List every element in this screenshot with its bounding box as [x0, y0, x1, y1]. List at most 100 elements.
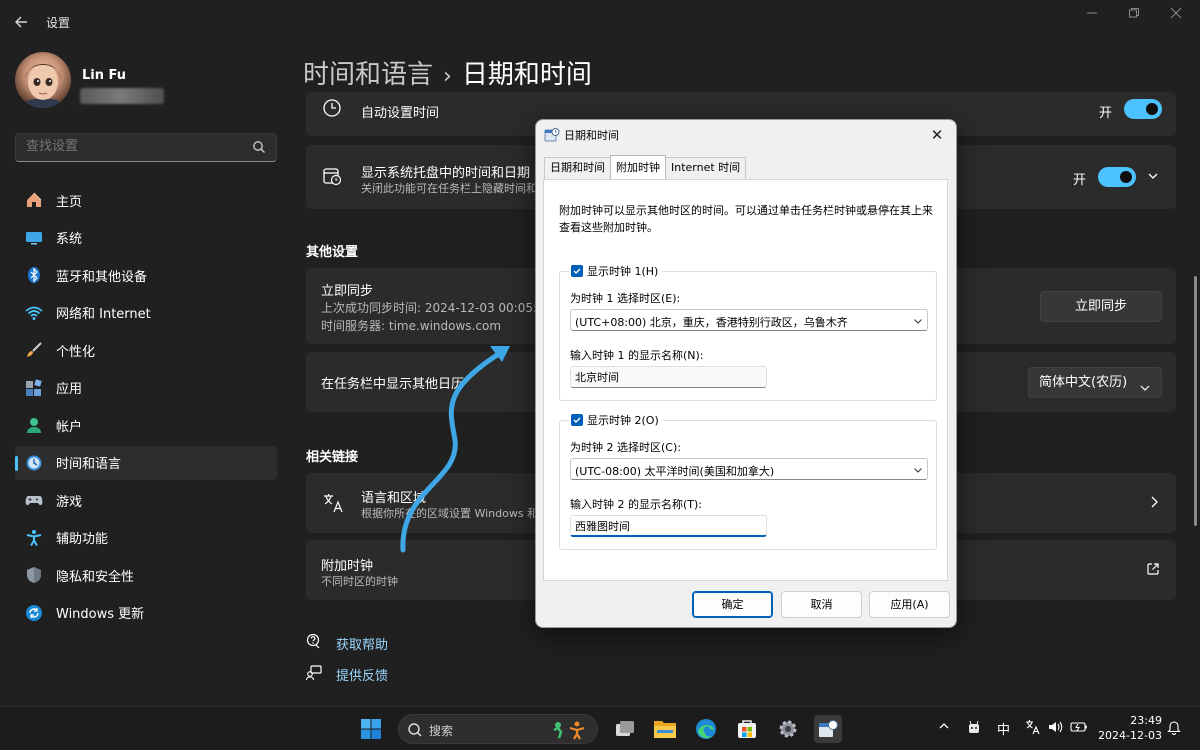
- auto-time-state: 开: [1099, 106, 1113, 121]
- additional-clocks-subtitle: 不同时区的时钟: [321, 575, 398, 588]
- search-input[interactable]: [26, 139, 226, 154]
- tray-time-state: 开: [1073, 173, 1087, 188]
- store-icon[interactable]: [733, 715, 761, 743]
- chevron-down-icon: [913, 464, 923, 474]
- app-tray-icon[interactable]: [966, 719, 982, 739]
- file-explorer-icon[interactable]: [651, 715, 679, 743]
- sidebar-item-windows-update[interactable]: Windows 更新: [15, 596, 277, 630]
- close-icon[interactable]: [1156, 6, 1196, 26]
- dialog-close-icon[interactable]: ✕: [926, 124, 948, 146]
- clock2-checkbox[interactable]: [571, 414, 583, 426]
- gaming-icon: [24, 490, 44, 510]
- clock1-checkbox-row[interactable]: 显示时钟 1(H): [569, 263, 663, 279]
- clock2-checkbox-label: 显示时钟 2(O): [587, 414, 659, 427]
- sidebar-item-bluetooth[interactable]: 蓝牙和其他设备: [15, 258, 277, 292]
- settings-gear-icon[interactable]: [774, 715, 802, 743]
- sidebar-item-label: 隐私和安全性: [56, 569, 135, 585]
- sidebar-item-label: 应用: [56, 382, 83, 397]
- volume-icon[interactable]: [1047, 719, 1063, 739]
- sidebar-item-personalization[interactable]: 个性化: [15, 333, 277, 367]
- brush-icon: [24, 340, 44, 360]
- sidebar-item-label: 系统: [56, 232, 83, 247]
- sync-now-button[interactable]: 立即同步: [1040, 291, 1162, 322]
- accessibility-icon: [24, 528, 44, 548]
- last-sync-text: 上次成功同步时间: 2024-12-03 00:05:: [321, 301, 538, 315]
- chevron-down-icon[interactable]: [1146, 169, 1160, 187]
- sidebar-item-label: 时间和语言: [56, 457, 122, 472]
- sidebar-item-home[interactable]: 主页: [15, 183, 277, 217]
- clock2-name-input[interactable]: [570, 515, 767, 537]
- apps-icon: [24, 378, 44, 398]
- taskbar-search-text: 搜索: [429, 724, 454, 738]
- clock-date: 2024-12-03: [1098, 729, 1162, 742]
- clock1-checkbox[interactable]: [571, 265, 583, 277]
- sidebar-item-label: 帐户: [56, 419, 83, 435]
- system-icon: [24, 228, 44, 248]
- sidebar-item-accounts[interactable]: 帐户: [15, 408, 277, 442]
- feedback-link[interactable]: 提供反馈: [305, 664, 388, 684]
- notification-bell-icon[interactable]: [1166, 719, 1182, 739]
- breadcrumb: 时间和语言 › 日期和时间: [303, 54, 592, 91]
- scrollbar[interactable]: [1194, 276, 1197, 526]
- task-view-icon[interactable]: [611, 715, 639, 743]
- clock2-timezone-select[interactable]: (UTC-08:00) 太平洋时间(美国和加拿大): [570, 458, 928, 480]
- tab-date-time[interactable]: 日期和时间: [544, 157, 611, 179]
- account-icon: [24, 415, 44, 435]
- clock2-checkbox-row[interactable]: 显示时钟 2(O): [569, 412, 663, 428]
- tab-additional-clocks[interactable]: 附加时钟: [610, 155, 666, 179]
- ok-button[interactable]: 确定: [692, 591, 773, 618]
- minimize-icon[interactable]: [1072, 6, 1112, 26]
- tab-panel: 附加时钟可以显示其他时区的时间。可以通过单击任务栏时钟或悬停在其上来查看这些附加…: [543, 179, 948, 581]
- ime-indicator[interactable]: 中: [997, 719, 1010, 738]
- auto-time-title: 自动设置时间: [361, 106, 440, 121]
- shield-icon: [24, 565, 44, 585]
- sidebar-item-accessibility[interactable]: 辅助功能: [15, 521, 277, 555]
- clock1-name-input[interactable]: [570, 366, 767, 388]
- annotation-arrow: [400, 346, 510, 553]
- tray-time-subtitle: 关闭此功能可在任务栏上隐藏时间和日: [361, 182, 548, 195]
- description-text: 附加时钟可以显示其他时区的时间。可以通过单击任务栏时钟或悬停在其上来查看这些附加…: [559, 204, 933, 234]
- time-server-text: 时间服务器: time.windows.com: [321, 319, 502, 333]
- taskbar: 搜索 中 23:49 2024-12-03: [0, 706, 1200, 750]
- breadcrumb-parent[interactable]: 时间和语言: [303, 60, 433, 90]
- other-settings-heading: 其他设置: [306, 245, 359, 260]
- profile-email-redacted: [80, 88, 164, 104]
- tray-time-toggle[interactable]: [1098, 167, 1136, 187]
- sidebar-item-gaming[interactable]: 游戏: [15, 483, 277, 517]
- clock1-timezone-select[interactable]: (UTC+08:00) 北京，重庆，香港特别行政区，乌鲁木齐: [570, 309, 928, 331]
- edge-icon[interactable]: [692, 715, 720, 743]
- search-icon[interactable]: [252, 140, 266, 154]
- battery-icon[interactable]: [1070, 719, 1088, 739]
- avatar[interactable]: [15, 52, 71, 108]
- tab-internet-time[interactable]: Internet 时间: [665, 157, 747, 179]
- wifi-icon: [24, 303, 44, 323]
- bluetooth-icon: [24, 265, 44, 285]
- taskbar-clock[interactable]: 23:49 2024-12-03: [1096, 713, 1162, 743]
- get-help-link[interactable]: 获取帮助: [306, 633, 388, 653]
- taskbar-search[interactable]: 搜索: [398, 714, 598, 744]
- get-help-label: 获取帮助: [336, 637, 389, 653]
- clock2-timezone-label: 为时钟 2 选择时区(C):: [570, 441, 681, 454]
- search-box[interactable]: [15, 133, 277, 162]
- input-method-icon[interactable]: [1024, 719, 1040, 739]
- clock1-timezone-label: 为时钟 1 选择时区(E):: [570, 292, 681, 305]
- restore-icon[interactable]: [1114, 6, 1154, 26]
- apply-button[interactable]: 应用(A): [869, 591, 950, 618]
- sidebar-item-network[interactable]: 网络和 Internet: [15, 296, 277, 330]
- language-region-icon: [322, 492, 344, 514]
- sidebar-item-privacy[interactable]: 隐私和安全性: [15, 558, 277, 592]
- auto-time-toggle[interactable]: [1124, 99, 1162, 119]
- chevron-up-icon[interactable]: [937, 719, 951, 737]
- sidebar-item-label: 个性化: [56, 344, 96, 360]
- sidebar-item-time-language[interactable]: 时间和语言: [15, 445, 277, 480]
- back-arrow-icon[interactable]: [12, 12, 32, 32]
- windows-start-icon[interactable]: [357, 715, 385, 743]
- cancel-button[interactable]: 取消: [781, 591, 862, 618]
- search-icon: [407, 722, 423, 738]
- datetime-app-icon[interactable]: [814, 715, 842, 743]
- calendar-select[interactable]: 简体中文(农历): [1028, 367, 1162, 398]
- chevron-right-icon: [1148, 495, 1160, 513]
- sidebar-item-apps[interactable]: 应用: [15, 371, 277, 405]
- clock1-group: 显示时钟 1(H) 为时钟 1 选择时区(E): (UTC+08:00) 北京，…: [559, 263, 937, 401]
- sidebar-item-system[interactable]: 系统: [15, 221, 277, 255]
